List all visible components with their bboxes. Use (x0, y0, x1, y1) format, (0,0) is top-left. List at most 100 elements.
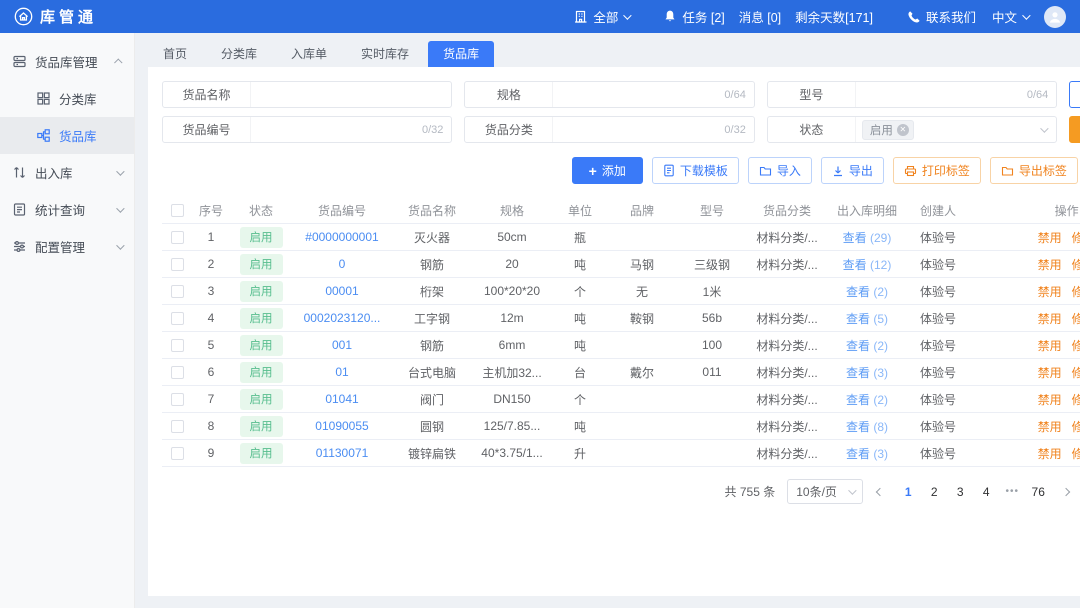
spec-input[interactable] (553, 88, 724, 102)
tab-realtime-stock[interactable]: 实时库存 (346, 41, 424, 67)
edit-link[interactable]: 修改 (1072, 285, 1080, 299)
user-avatar[interactable] (1044, 6, 1066, 28)
select-all-checkbox[interactable] (171, 204, 184, 217)
goods-category-input[interactable] (553, 123, 724, 137)
item-category: 材料分类/... (748, 445, 826, 462)
page-ellipsis[interactable]: ••• (1001, 483, 1023, 500)
page-number[interactable]: 1 (897, 482, 919, 502)
next-page-button[interactable] (1061, 489, 1071, 495)
view-detail-link[interactable]: 查看 (2) (846, 393, 888, 407)
reset-button[interactable]: 重置 (1069, 81, 1080, 108)
edit-link[interactable]: 修改 (1072, 231, 1080, 245)
item-category: 材料分类/... (748, 418, 826, 435)
view-detail-link[interactable]: 查看 (29) (843, 231, 892, 245)
item-code-link[interactable]: 001 (332, 338, 352, 352)
edit-link[interactable]: 修改 (1072, 339, 1080, 353)
row-checkbox[interactable] (171, 339, 184, 352)
disable-link[interactable]: 禁用 (1038, 285, 1062, 299)
tab-category-library[interactable]: 分类库 (206, 41, 272, 67)
item-code-link[interactable]: 01130071 (316, 446, 369, 460)
view-detail-link[interactable]: 查看 (5) (846, 312, 888, 326)
contact-us-link[interactable]: 联系我们 (907, 7, 976, 26)
tab-home[interactable]: 首页 (148, 41, 202, 67)
tab-inbound-order[interactable]: 入库单 (276, 41, 342, 67)
sidebar-item-category-library[interactable]: 分类库 (0, 80, 134, 117)
model-input[interactable] (856, 88, 1027, 102)
org-switcher[interactable]: 全部 (573, 7, 629, 26)
item-brand: 无 (608, 283, 676, 300)
disable-link[interactable]: 禁用 (1038, 258, 1062, 272)
item-code-link[interactable]: 0 (339, 257, 346, 271)
search-button[interactable]: 搜索 (1069, 116, 1080, 143)
goods-name-input[interactable] (251, 88, 451, 102)
tasks-link[interactable]: 任务 [2] (663, 7, 724, 26)
sidebar-item-goods-library[interactable]: 货品库 (0, 117, 134, 154)
sidebar-item-goods-management[interactable]: 货品库管理 (0, 43, 134, 80)
disable-link[interactable]: 禁用 (1038, 231, 1062, 245)
folder-icon (1001, 165, 1014, 177)
row-checkbox[interactable] (171, 312, 184, 325)
item-code-link[interactable]: 0002023120... (304, 311, 381, 325)
item-code-link[interactable]: 00001 (325, 284, 358, 298)
row-checkbox[interactable] (171, 231, 184, 244)
disable-link[interactable]: 禁用 (1038, 339, 1062, 353)
row-checkbox[interactable] (171, 393, 184, 406)
disable-link[interactable]: 禁用 (1038, 312, 1062, 326)
view-detail-link[interactable]: 查看 (8) (846, 420, 888, 434)
edit-link[interactable]: 修改 (1072, 420, 1080, 434)
sidebar-item-in-out[interactable]: 出入库 (0, 154, 134, 191)
sidebar-item-settings[interactable]: 配置管理 (0, 228, 134, 265)
row-checkbox[interactable] (171, 285, 184, 298)
language-switcher[interactable]: 中文 (992, 7, 1028, 26)
export-labels-button[interactable]: 导出标签 (990, 157, 1078, 184)
view-detail-link[interactable]: 查看 (3) (846, 366, 888, 380)
disable-link[interactable]: 禁用 (1038, 366, 1062, 380)
row-checkbox[interactable] (171, 366, 184, 379)
export-button[interactable]: 导出 (821, 157, 884, 184)
view-label: 查看 (846, 312, 870, 326)
item-unit: 台 (552, 364, 608, 381)
page-number[interactable]: 4 (975, 482, 997, 502)
disable-link[interactable]: 禁用 (1038, 393, 1062, 407)
item-code-link[interactable]: #0000000001 (305, 230, 378, 244)
page-number[interactable]: 2 (923, 482, 945, 502)
chevron-down-icon (1040, 124, 1048, 132)
view-detail-link[interactable]: 查看 (3) (846, 447, 888, 461)
status-select[interactable]: 状态 启用 ✕ (767, 116, 1057, 143)
goods-code-input[interactable] (251, 123, 422, 137)
page-number[interactable]: 76 (1027, 482, 1049, 502)
add-button[interactable]: + 添加 (572, 157, 643, 184)
edit-link[interactable]: 修改 (1072, 312, 1080, 326)
view-detail-link[interactable]: 查看 (12) (843, 258, 892, 272)
tasks-label: 任务 [2] (682, 7, 724, 26)
messages-link[interactable]: 消息 [0] (739, 7, 781, 26)
column-header: 货品分类 (748, 202, 826, 219)
edit-link[interactable]: 修改 (1072, 366, 1080, 380)
edit-link[interactable]: 修改 (1072, 258, 1080, 272)
item-code-link[interactable]: 01 (335, 365, 348, 379)
table-row: 9 启用 01130071 镀锌扁铁 40*3.75/1... 升 材料分类/.… (162, 440, 1080, 467)
page-number[interactable]: 3 (949, 482, 971, 502)
import-button[interactable]: 导入 (748, 157, 812, 184)
item-category: 材料分类/... (748, 337, 826, 354)
sidebar-item-statistics[interactable]: 统计查询 (0, 191, 134, 228)
row-checkbox[interactable] (171, 258, 184, 271)
disable-link[interactable]: 禁用 (1038, 447, 1062, 461)
prev-page-button[interactable] (875, 489, 885, 495)
edit-link[interactable]: 修改 (1072, 447, 1080, 461)
download-template-button[interactable]: 下载模板 (652, 157, 739, 184)
row-checkbox[interactable] (171, 447, 184, 460)
building-icon (573, 9, 588, 24)
item-code-link[interactable]: 01041 (325, 392, 358, 406)
view-detail-link[interactable]: 查看 (2) (846, 339, 888, 353)
page-size-select[interactable]: 10条/页 (787, 479, 863, 504)
view-detail-link[interactable]: 查看 (2) (846, 285, 888, 299)
edit-link[interactable]: 修改 (1072, 393, 1080, 407)
tag-close-icon[interactable]: ✕ (897, 124, 909, 136)
disable-link[interactable]: 禁用 (1038, 420, 1062, 434)
print-labels-button[interactable]: 打印标签 (893, 157, 981, 184)
tab-goods-library[interactable]: 货品库 (428, 41, 494, 67)
status-tag: 启用 (240, 254, 283, 275)
row-checkbox[interactable] (171, 420, 184, 433)
item-code-link[interactable]: 01090055 (315, 419, 368, 433)
